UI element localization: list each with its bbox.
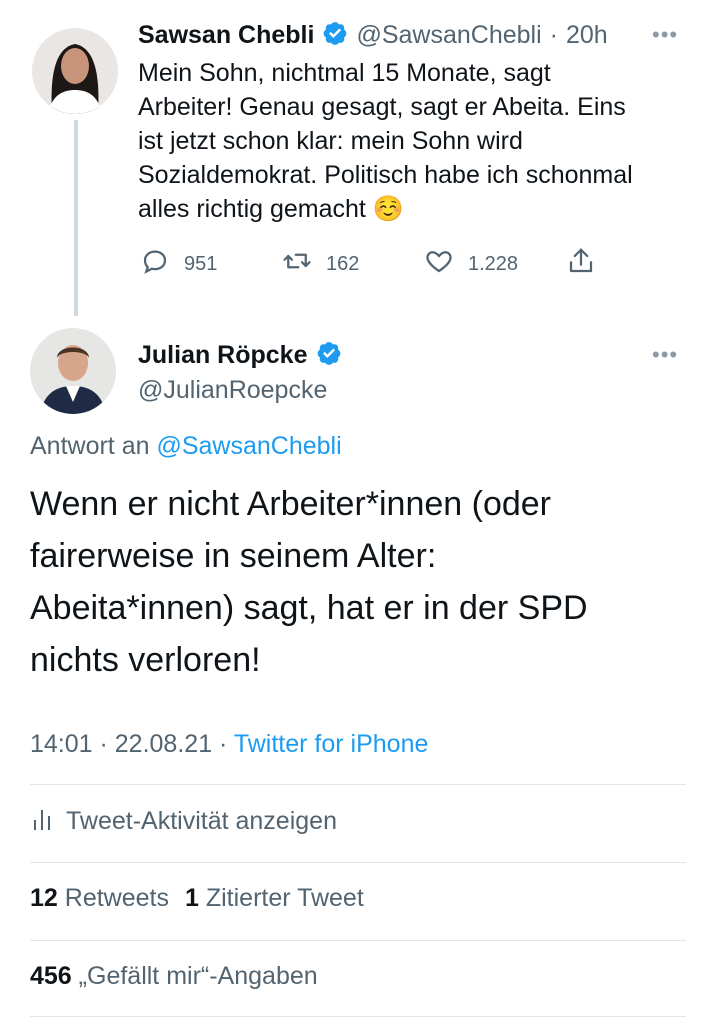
- avatar-sawsan[interactable]: [32, 28, 118, 114]
- more-icon[interactable]: •••: [652, 342, 678, 368]
- thread-line: [74, 120, 78, 316]
- author-name[interactable]: Sawsan Chebli: [138, 21, 314, 50]
- reply-icon: [140, 246, 170, 282]
- engagement-stats: 12 Retweets 1 Zitierter Tweet: [30, 884, 364, 913]
- quotes-label: Zitierter Tweet: [205, 884, 364, 912]
- verified-icon: [316, 340, 342, 371]
- parent-tweet-text: Mein Sohn, nichtmal 15 Monate, sagt Arbe…: [138, 56, 698, 226]
- source-link[interactable]: Twitter for iPhone: [234, 730, 429, 758]
- divider: [30, 862, 686, 863]
- likes-count: 456: [30, 962, 72, 990]
- like-count: 1.228: [468, 252, 519, 275]
- like-button[interactable]: 1.228: [424, 246, 518, 282]
- author-name[interactable]: Julian Röpcke: [138, 341, 308, 370]
- verified-icon: [322, 20, 348, 51]
- avatar-julian[interactable]: [30, 328, 116, 414]
- retweet-button[interactable]: 162: [282, 246, 359, 282]
- reply-button[interactable]: 951: [140, 246, 217, 282]
- author-handle[interactable]: @JulianRoepcke: [138, 376, 327, 405]
- quotes-stat[interactable]: 1 Zitierter Tweet: [185, 884, 364, 913]
- tweet-time[interactable]: 20h: [566, 21, 608, 50]
- share-button[interactable]: [566, 246, 596, 282]
- tweet-activity-button[interactable]: Tweet-Aktivität anzeigen: [32, 806, 337, 837]
- retweet-count: 162: [326, 252, 360, 275]
- parent-header: Sawsan Chebli @SawsanChebli · 20h: [138, 20, 608, 51]
- more-icon[interactable]: •••: [652, 22, 678, 48]
- author-handle[interactable]: @SawsanChebli: [356, 21, 541, 50]
- retweets-label: Retweets: [64, 884, 169, 912]
- share-icon: [566, 246, 596, 282]
- reply-context: Antwort an @SawsanChebli: [30, 432, 342, 461]
- activity-label: Tweet-Aktivität anzeigen: [66, 807, 337, 835]
- retweet-icon: [282, 246, 312, 282]
- likes-stat[interactable]: 456 „Gefällt mir“-Angaben: [30, 962, 318, 991]
- separator: ·: [549, 21, 558, 49]
- retweets-stat[interactable]: 12 Retweets: [30, 884, 169, 913]
- reply-to-link[interactable]: @SawsanChebli: [156, 432, 341, 460]
- likes-label: „Gefällt mir“-Angaben: [78, 962, 318, 990]
- emoji-smile: ☺️: [372, 195, 404, 223]
- reply-prefix: Antwort an: [30, 432, 150, 460]
- divider: [30, 1016, 686, 1017]
- quotes-count: 1: [184, 884, 199, 912]
- divider: [30, 784, 686, 785]
- divider: [30, 940, 686, 941]
- heart-icon: [424, 246, 454, 282]
- bar-chart-icon: [32, 806, 52, 837]
- reply-count: 951: [184, 252, 218, 275]
- reply-header: Julian Röpcke: [138, 340, 342, 371]
- retweets-count: 12: [30, 884, 58, 912]
- tweet-timestamp: 14:01 · 22.08.21 · Twitter for iPhone: [30, 730, 428, 759]
- reply-tweet-text: Wenn er nicht Arbeiter*innen (oder faire…: [30, 485, 588, 679]
- timestamp-text: 14:01 · 22.08.21 ·: [30, 730, 234, 758]
